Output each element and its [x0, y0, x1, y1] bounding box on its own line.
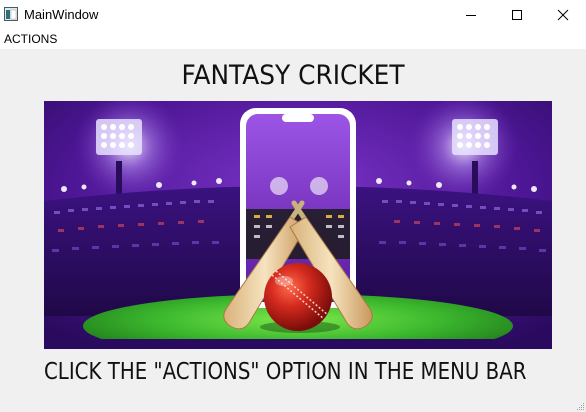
cricket-stadium-illustration	[44, 101, 552, 349]
main-window: MainWindow ACTIONS FANTASY CRICKET CLICK…	[0, 0, 586, 412]
minimize-button[interactable]	[448, 0, 494, 30]
close-button[interactable]	[540, 0, 586, 30]
app-window-icon	[4, 7, 18, 21]
page-title: FANTASY CRICKET	[181, 60, 405, 91]
maximize-button[interactable]	[494, 0, 540, 30]
cricket-banner-image	[44, 101, 552, 349]
maximize-icon	[512, 10, 522, 20]
menu-actions[interactable]: ACTIONS	[3, 32, 58, 47]
menu-bar: ACTIONS	[0, 30, 586, 49]
window-title: MainWindow	[24, 7, 99, 22]
resize-grip-icon[interactable]	[575, 401, 585, 411]
close-icon	[557, 9, 569, 21]
title-bar[interactable]: MainWindow	[0, 0, 586, 30]
minimize-icon	[466, 15, 476, 16]
instruction-text: CLICK THE "ACTIONS" OPTION IN THE MENU B…	[44, 359, 527, 385]
